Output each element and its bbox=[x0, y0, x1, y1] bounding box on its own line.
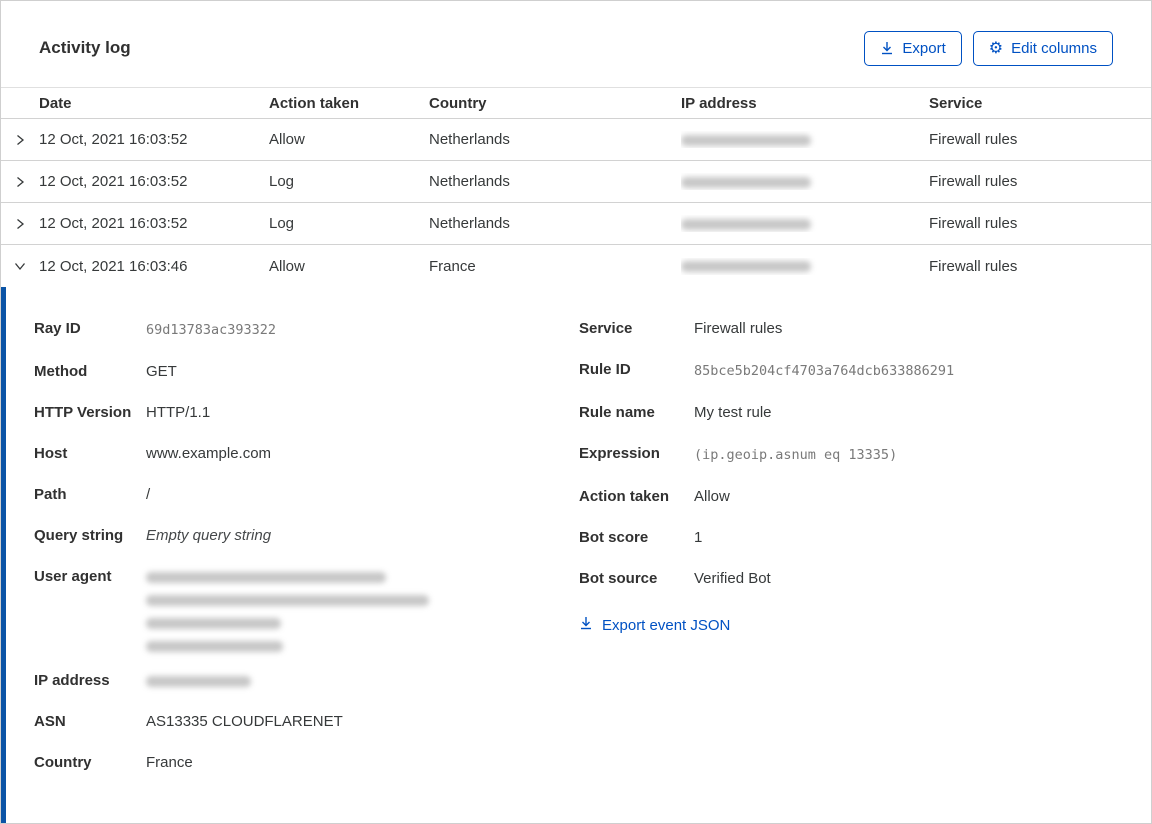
column-header-action-taken: Action taken bbox=[269, 94, 360, 112]
export-event-json-link[interactable]: Export event JSON bbox=[579, 616, 730, 634]
column-header-country: Country bbox=[429, 94, 487, 112]
collapse-chevron-down-icon[interactable] bbox=[1, 259, 39, 273]
row-date: 12 Oct, 2021 16:03:52 bbox=[39, 131, 188, 148]
row-ip-redacted bbox=[681, 215, 929, 232]
detail-row-query-string: Query string Empty query string bbox=[34, 524, 579, 548]
table-row[interactable]: 12 Oct, 2021 16:03:52 Log Netherlands Fi… bbox=[1, 161, 1151, 203]
detail-row-user-agent: User agent bbox=[34, 565, 579, 652]
column-header-ip-address: IP address bbox=[681, 94, 757, 112]
action-taken-value: Allow bbox=[694, 488, 730, 505]
ray-id-value: 69d13783ac393322 bbox=[146, 322, 277, 338]
row-action: Allow bbox=[269, 257, 305, 275]
path-value: / bbox=[146, 486, 151, 503]
user-agent-redacted bbox=[146, 565, 429, 652]
page-title: Activity log bbox=[39, 38, 131, 57]
row-service: Firewall rules bbox=[929, 131, 1018, 148]
gear-icon: ⚙ bbox=[988, 38, 1004, 57]
asn-value: AS13335 CLOUDFLARENET bbox=[146, 713, 343, 730]
export-button[interactable]: Export bbox=[864, 30, 962, 66]
row-ip-redacted bbox=[681, 258, 929, 275]
detail-row-rule-name: Rule name My test rule bbox=[579, 401, 1151, 425]
detail-row-bot-source: Bot source Verified Bot bbox=[579, 567, 1151, 591]
expand-chevron-right-icon[interactable] bbox=[1, 175, 39, 189]
table-row-expanded[interactable]: 12 Oct, 2021 16:03:46 Allow France Firew… bbox=[1, 245, 1151, 287]
expression-value: (ip.geoip.asnum eq 13335) bbox=[694, 447, 898, 463]
row-action: Log bbox=[269, 215, 295, 232]
detail-row-ip-address: IP address bbox=[34, 669, 579, 693]
column-header-service: Service bbox=[929, 94, 983, 112]
edit-columns-button-label: Edit columns bbox=[1011, 39, 1097, 57]
row-service: Firewall rules bbox=[929, 257, 1018, 275]
detail-row-expression: Expression (ip.geoip.asnum eq 13335) bbox=[579, 442, 1151, 468]
detail-row-service: Service Firewall rules bbox=[579, 317, 1151, 341]
country-value: France bbox=[146, 754, 193, 771]
row-service: Firewall rules bbox=[929, 173, 1018, 190]
export-event-json-label: Export event JSON bbox=[602, 616, 731, 634]
detail-row-http-version: HTTP Version HTTP/1.1 bbox=[34, 401, 579, 425]
detail-row-method: Method GET bbox=[34, 360, 579, 384]
detail-row-action-taken: Action taken Allow bbox=[579, 485, 1151, 509]
table-row[interactable]: 12 Oct, 2021 16:03:52 Allow Netherlands … bbox=[1, 119, 1151, 161]
host-value: www.example.com bbox=[146, 445, 272, 462]
detail-row-country: Country France bbox=[34, 751, 579, 775]
detail-row-rule-id: Rule ID 85bce5b204cf4703a764dcb633886291 bbox=[579, 358, 1151, 384]
row-date: 12 Oct, 2021 16:03:46 bbox=[39, 257, 188, 275]
detail-row-bot-score: Bot score 1 bbox=[579, 526, 1151, 550]
row-ip-redacted bbox=[681, 131, 929, 148]
row-action: Allow bbox=[269, 131, 305, 148]
row-service: Firewall rules bbox=[929, 215, 1018, 232]
download-icon bbox=[880, 41, 894, 55]
row-country: Netherlands bbox=[429, 173, 510, 190]
toolbar: Export ⚙ Edit columns bbox=[864, 30, 1113, 66]
edit-columns-button[interactable]: ⚙ Edit columns bbox=[972, 30, 1113, 66]
ip-address-redacted bbox=[146, 669, 251, 693]
activity-log-table: Date Action taken Country IP address Ser… bbox=[1, 87, 1151, 823]
detail-row-path: Path / bbox=[34, 483, 579, 507]
method-value: GET bbox=[146, 363, 177, 380]
bot-source-value: Verified Bot bbox=[694, 570, 771, 587]
query-string-value: Empty query string bbox=[146, 527, 272, 544]
rule-name-value: My test rule bbox=[694, 404, 772, 421]
http-version-value: HTTP/1.1 bbox=[146, 404, 211, 421]
export-button-label: Export bbox=[902, 39, 946, 57]
topbar: Activity log Export ⚙ Edit columns bbox=[1, 1, 1151, 67]
bot-score-value: 1 bbox=[694, 529, 703, 546]
rule-id-value: 85bce5b204cf4703a764dcb633886291 bbox=[694, 363, 955, 379]
expand-chevron-right-icon[interactable] bbox=[1, 133, 39, 147]
detail-row-asn: ASN AS13335 CLOUDFLARENET bbox=[34, 710, 579, 734]
expand-chevron-right-icon[interactable] bbox=[1, 217, 39, 231]
row-country: Netherlands bbox=[429, 131, 510, 148]
row-country: Netherlands bbox=[429, 215, 510, 232]
event-detail-panel: Ray ID 69d13783ac393322 Method GET HTTP … bbox=[1, 287, 1151, 823]
row-date: 12 Oct, 2021 16:03:52 bbox=[39, 215, 188, 232]
column-header-date: Date bbox=[39, 94, 72, 112]
row-ip-redacted bbox=[681, 173, 929, 190]
service-value: Firewall rules bbox=[694, 320, 783, 337]
detail-row-ray-id: Ray ID 69d13783ac393322 bbox=[34, 317, 579, 343]
download-icon bbox=[579, 616, 593, 634]
row-country: France bbox=[429, 257, 476, 275]
row-action: Log bbox=[269, 173, 295, 190]
table-row[interactable]: 12 Oct, 2021 16:03:52 Log Netherlands Fi… bbox=[1, 203, 1151, 245]
row-date: 12 Oct, 2021 16:03:52 bbox=[39, 173, 188, 190]
table-header-row: Date Action taken Country IP address Ser… bbox=[1, 87, 1151, 119]
detail-left-column: Ray ID 69d13783ac393322 Method GET HTTP … bbox=[34, 317, 579, 823]
detail-row-host: Host www.example.com bbox=[34, 442, 579, 466]
detail-right-column: Service Firewall rules Rule ID 85bce5b20… bbox=[579, 317, 1151, 823]
activity-log-page: Activity log Export ⚙ Edit columns Date … bbox=[0, 0, 1152, 824]
